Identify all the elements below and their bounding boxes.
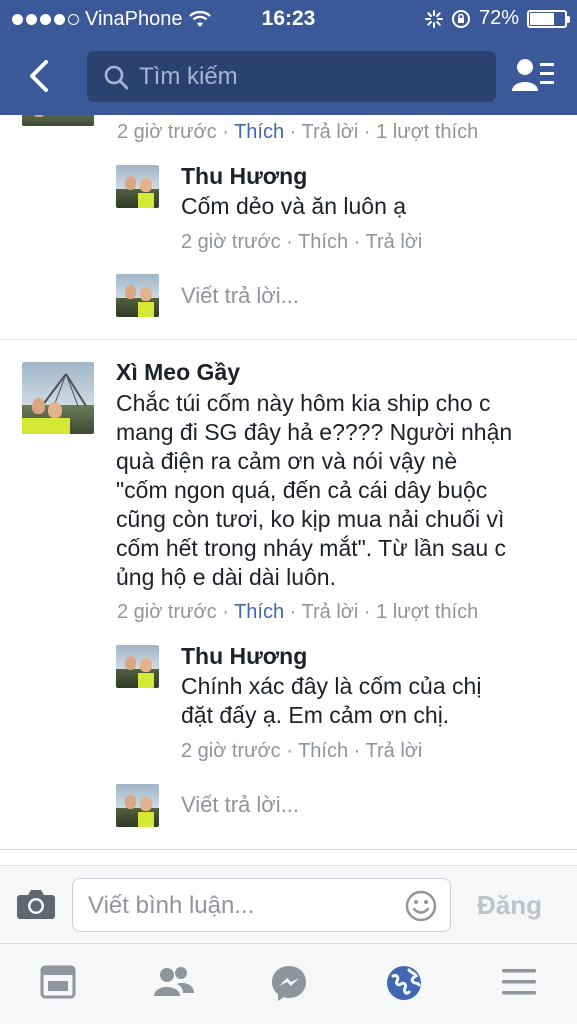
divider: [0, 849, 577, 850]
notifications-globe-icon[interactable]: [385, 964, 423, 1002]
commenter-name[interactable]: Thu Hương: [181, 643, 307, 670]
messenger-icon[interactable]: [270, 964, 308, 1002]
tab-bar: [0, 943, 577, 1024]
news-feed-icon[interactable]: [40, 964, 76, 1000]
my-avatar: [116, 274, 159, 317]
battery-icon: [527, 9, 570, 28]
comment-line: cốm hết trong nháy mắt". Từ lần sau c: [116, 535, 507, 561]
comment-text: Cốm dẻo và ăn luôn ạ: [181, 193, 407, 219]
comment-line: đặt đấy ạ. Em cảm ơn chị.: [181, 702, 450, 728]
divider: [0, 339, 577, 340]
comment-line: Chắc túi cốm này hôm kia ship cho c: [116, 390, 491, 416]
comment-time: 2 giờ trước: [117, 121, 217, 143]
emoji-icon[interactable]: [405, 890, 437, 922]
comment-line: ủng hộ e dài dài luôn.: [116, 564, 336, 590]
comment-meta: 2 giờ trước · Thích · Trả lời · 1 lượt t…: [117, 121, 479, 143]
avatar[interactable]: [116, 165, 159, 208]
comment-meta: 2 giờ trước · Thích · Trả lời: [181, 231, 423, 253]
comment-text: Chắc túi cốm này hôm kia ship cho c mang…: [116, 389, 566, 592]
battery-percent: 72%: [478, 7, 519, 29]
comment-input[interactable]: Viết bình luận...: [72, 878, 451, 932]
comment-line: "cốm ngon quá, đến cả cái dây buộc: [116, 477, 488, 503]
comment-line: mang đi SG đây hả e???? Người nhận: [116, 419, 513, 445]
comments-list: 2 giờ trước · Thích · Trả lời · 1 lượt t…: [0, 115, 577, 865]
like-count[interactable]: 1 lượt thích: [376, 121, 478, 143]
like-count[interactable]: 1 lượt thích: [376, 601, 478, 623]
post-button[interactable]: Đăng: [477, 890, 542, 921]
rotation-lock-icon: [451, 9, 470, 28]
comment-time: 2 giờ trước: [117, 601, 217, 623]
comment-meta: 2 giờ trước · Thích · Trả lời · 1 lượt t…: [117, 601, 479, 623]
my-avatar: [116, 784, 159, 827]
comment-meta: 2 giờ trước · Thích · Trả lời: [181, 740, 423, 762]
commenter-name[interactable]: Thu Hương: [181, 163, 307, 190]
friend-requests-icon[interactable]: [512, 55, 556, 95]
camera-icon[interactable]: [16, 888, 56, 920]
avatar[interactable]: [116, 645, 159, 688]
activity-icon: [424, 9, 443, 28]
like-link[interactable]: Thích: [298, 231, 348, 253]
search-bar[interactable]: Tìm kiếm: [87, 51, 496, 102]
reply-link[interactable]: Trả lời: [302, 601, 359, 623]
avatar[interactable]: [22, 362, 94, 434]
comment-composer: Viết bình luận... Đăng: [0, 865, 577, 943]
top-bar: VinaPhone 16:23 72% Tìm kiếm: [0, 0, 577, 115]
like-link[interactable]: Thích: [234, 121, 284, 143]
reply-input[interactable]: Viết trả lời...: [181, 792, 299, 818]
search-placeholder: Tìm kiếm: [139, 62, 238, 90]
reply-link[interactable]: Trả lời: [366, 740, 423, 762]
comment-line: Chính xác đây là cốm của chị: [181, 673, 482, 699]
comment-text: Chính xác đây là cốm của chị đặt đấy ạ. …: [181, 672, 561, 730]
menu-icon[interactable]: [501, 964, 537, 1000]
comment-line: quà điện ra cảm ơn và nói vậy nè: [116, 448, 458, 474]
reply-input[interactable]: Viết trả lời...: [181, 283, 299, 309]
status-bar: VinaPhone 16:23 72%: [0, 0, 577, 38]
avatar[interactable]: [22, 115, 94, 126]
status-right: 72%: [424, 7, 570, 30]
comment-input-placeholder: Viết bình luận...: [88, 892, 255, 919]
comment-line: cũng còn tươi, ko kịp mua nải chuối vì: [116, 506, 505, 532]
like-link[interactable]: Thích: [298, 740, 348, 762]
back-arrow-icon[interactable]: [22, 58, 58, 94]
friends-icon[interactable]: [153, 964, 195, 1000]
comment-time: 2 giờ trước: [181, 231, 281, 253]
comment-time: 2 giờ trước: [181, 740, 281, 762]
reply-link[interactable]: Trả lời: [366, 231, 423, 253]
reply-link[interactable]: Trả lời: [302, 121, 359, 143]
like-link[interactable]: Thích: [234, 601, 284, 623]
commenter-name[interactable]: Xì Meo Gầy: [116, 359, 240, 386]
search-icon: [104, 65, 129, 89]
